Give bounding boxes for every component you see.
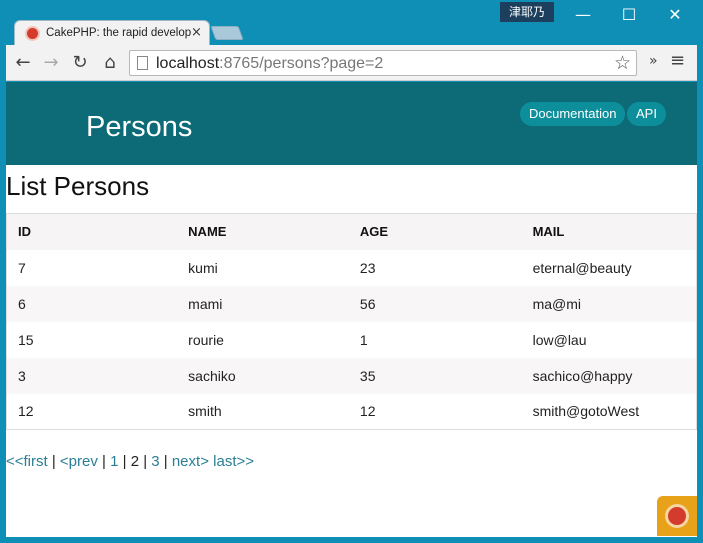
- page-title: List Persons: [6, 171, 150, 201]
- cell-mail: sachico@happy: [521, 357, 697, 394]
- browser-toolbar: ← → ↻ ⌂ localhost:8765/persons?page=2 ☆ …: [6, 45, 697, 81]
- cell-age: 56: [348, 285, 522, 322]
- page-link-3[interactable]: 3: [151, 453, 159, 470]
- table-row: 6 mami 56 ma@mi: [6, 285, 697, 322]
- column-header-age[interactable]: AGE: [348, 213, 522, 250]
- forward-arrow-icon[interactable]: →: [39, 51, 63, 75]
- paginator-separator: |: [159, 453, 172, 470]
- debug-kit-toolbar-button[interactable]: [657, 496, 697, 536]
- first-page-link[interactable]: <<first: [6, 453, 48, 470]
- paginator-separator: |: [118, 453, 131, 470]
- table-row: 7 kumi 23 eternal@beauty: [7, 250, 697, 286]
- site-header: Persons Documentation API: [6, 82, 697, 165]
- minimize-button[interactable]: —: [561, 2, 605, 28]
- cell-id: 12: [18, 403, 34, 420]
- reload-icon[interactable]: ↻: [68, 51, 92, 75]
- paginator-separator: |: [97, 453, 111, 470]
- menu-icon[interactable]: ≡: [670, 50, 685, 71]
- address-bar[interactable]: localhost:8765/persons?page=2 ☆: [129, 50, 637, 76]
- bookmark-star-icon[interactable]: ☆: [614, 52, 631, 74]
- cell-name: sachiko: [177, 357, 349, 394]
- maximize-button[interactable]: ☐: [607, 2, 651, 28]
- site-title: Persons: [86, 111, 193, 143]
- browser-tab[interactable]: CakePHP: the rapid development ×: [14, 20, 210, 46]
- api-link[interactable]: API: [627, 102, 666, 126]
- tab-close-icon[interactable]: ×: [191, 25, 202, 40]
- close-window-button[interactable]: ✕: [653, 2, 697, 28]
- paginator: <<first | <prev | 1 | 2 | 3 | next> last…: [6, 453, 254, 470]
- tab-title: CakePHP: the rapid development: [46, 27, 191, 39]
- cell-id: 6: [6, 285, 178, 322]
- table-row: 15 rourie 1 low@lau: [7, 322, 697, 358]
- new-tab-button[interactable]: [210, 26, 244, 40]
- persons-table: ID NAME AGE MAIL 7 kumi 23 eternal@beaut…: [6, 213, 697, 430]
- home-icon[interactable]: ⌂: [98, 51, 122, 75]
- table-header-row: ID NAME AGE MAIL: [6, 213, 697, 250]
- back-arrow-icon[interactable]: ←: [11, 51, 35, 75]
- cell-age: 35: [348, 357, 522, 394]
- table-row: 12 smith 12 smith@gotoWest: [7, 394, 697, 430]
- cakephp-logo-icon: [25, 26, 40, 41]
- last-page-link[interactable]: last>>: [213, 453, 254, 470]
- cell-id: 15: [18, 331, 34, 348]
- table-row: 3 sachiko 35 sachico@happy: [6, 357, 697, 394]
- documentation-link[interactable]: Documentation: [520, 102, 626, 126]
- cell-age: 12: [359, 403, 376, 420]
- user-badge[interactable]: 津耶乃: [500, 2, 554, 22]
- cell-id: 7: [18, 259, 26, 276]
- cell-name: kumi: [188, 259, 218, 276]
- url-path: :8765/persons?page=2: [219, 55, 384, 72]
- browser-window: 津耶乃 — ☐ ✕ CakePHP: the rapid development…: [0, 0, 703, 543]
- cell-mail: low@lau: [532, 331, 587, 348]
- cell-id: 3: [6, 357, 178, 394]
- url-text[interactable]: localhost:8765/persons?page=2: [156, 55, 383, 73]
- page-viewport: Persons Documentation API List Persons I…: [6, 82, 697, 537]
- url-host: localhost: [156, 55, 220, 72]
- cell-age: 1: [359, 331, 368, 348]
- cell-name: smith: [188, 403, 222, 420]
- page-icon: [137, 56, 148, 70]
- next-page-link[interactable]: next>: [172, 453, 209, 470]
- extensions-chevron-icon[interactable]: »: [649, 53, 658, 69]
- cell-mail: ma@mi: [521, 285, 697, 322]
- prev-page-link[interactable]: <prev: [60, 453, 98, 470]
- cell-name: mami: [177, 285, 349, 322]
- column-header-id[interactable]: ID: [6, 213, 178, 250]
- paginator-separator: |: [47, 453, 60, 470]
- title-bar: 津耶乃 — ☐ ✕ CakePHP: the rapid development…: [0, 0, 703, 46]
- column-header-name[interactable]: NAME: [177, 213, 349, 250]
- paginator-separator: |: [139, 453, 152, 470]
- cakephp-logo-icon: [665, 504, 689, 528]
- column-header-mail[interactable]: MAIL: [521, 213, 697, 250]
- cell-name: rourie: [188, 331, 224, 348]
- current-page: 2: [130, 453, 140, 470]
- cell-age: 23: [359, 259, 376, 276]
- cell-mail: smith@gotoWest: [532, 403, 640, 420]
- cell-mail: eternal@beauty: [532, 259, 632, 276]
